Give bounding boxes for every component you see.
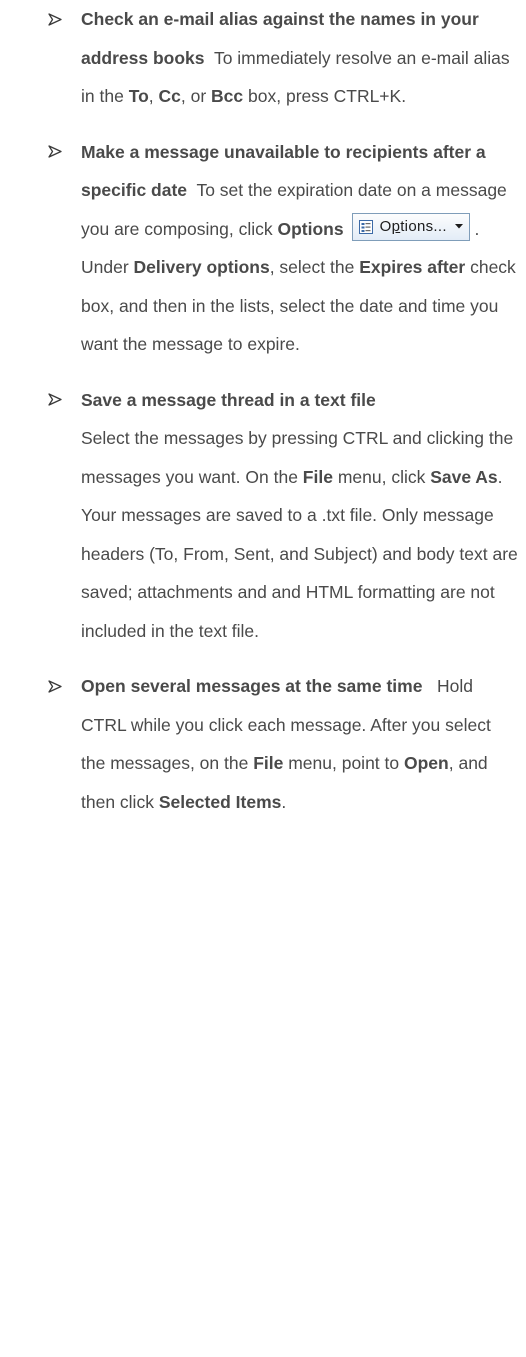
arrow-bullet-icon — [48, 0, 68, 39]
options-icon — [358, 219, 373, 234]
dropdown-arrow-icon — [454, 224, 463, 229]
tip-expire-message: Make a message unavailable to recipients… — [0, 133, 526, 364]
arrow-bullet-icon — [48, 381, 68, 420]
tip-text: . — [281, 791, 287, 812]
tip-keyword: Bcc — [211, 86, 244, 106]
tip-title: Save a message thread in a text file — [81, 389, 376, 410]
arrow-bullet-icon — [48, 133, 68, 172]
tip-title: Open several messages at the same time — [81, 676, 423, 696]
tip-text: , select the — [269, 257, 360, 277]
tip-keyword: Cc — [158, 86, 181, 106]
tip-keyword: Expires after — [359, 257, 466, 277]
tip-keyword: Selected Items — [158, 791, 282, 812]
tip-keyword: To — [128, 86, 149, 106]
tips-list: Check an e-mail alias against the names … — [0, 0, 526, 821]
tip-text: , or — [180, 86, 212, 106]
tip-open-several: Open several messages at the same time H… — [0, 667, 526, 821]
tip-text: . Your messages are saved to a .txt file… — [81, 466, 518, 641]
tip-keyword: Delivery options — [133, 257, 270, 277]
tip-check-alias: Check an e-mail alias against the names … — [0, 0, 526, 116]
tip-keyword: Save As — [430, 466, 498, 487]
arrow-bullet-icon — [48, 667, 68, 706]
tip-save-thread: Save a message thread in a text file Sel… — [0, 381, 526, 651]
tip-text: , — [148, 86, 159, 106]
options-button[interactable]: Options... — [351, 212, 470, 241]
tip-keyword: File — [253, 753, 284, 773]
tip-keyword: File — [302, 466, 333, 487]
tip-text: menu, click — [332, 466, 431, 487]
tip-text: box, press CTRL+K. — [243, 86, 407, 106]
tip-text: menu, point to — [283, 753, 404, 773]
options-button-label: Options... — [379, 217, 447, 235]
tip-keyword: Options — [277, 218, 344, 239]
tip-keyword: Open — [404, 753, 449, 773]
